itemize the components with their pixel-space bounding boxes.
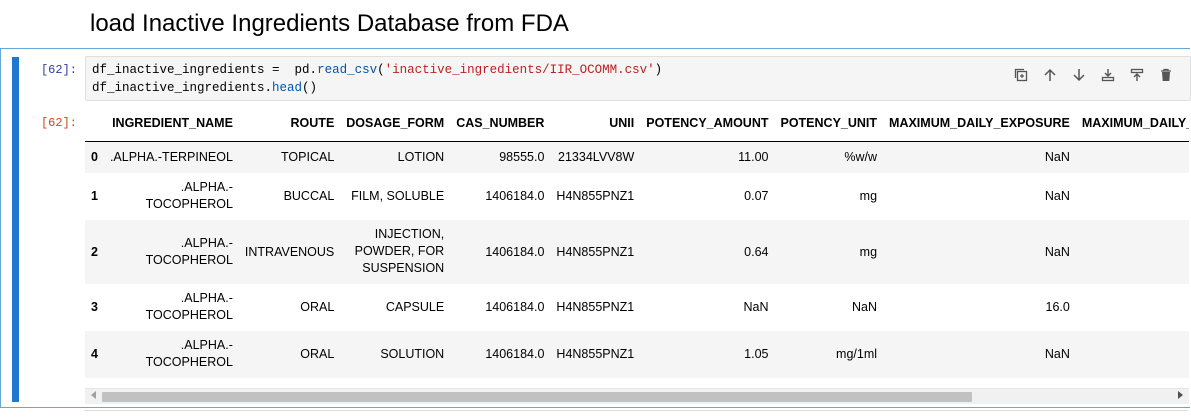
table-cell: FILM, SOLUBLE: [351, 189, 445, 203]
cell-toolbar: [1011, 65, 1176, 85]
table-cell: INTRAVENOUS: [244, 244, 335, 259]
table-cell: .ALPHA.-TOCOPHEROL: [145, 235, 233, 267]
table-cell: 98555.0: [499, 150, 545, 165]
header-cell: DOSAGE_FORM: [340, 104, 451, 142]
table-cell: NaN: [852, 300, 878, 314]
table-cell: .ALPHA.-TOCOPHEROL: [145, 180, 233, 211]
table-cell: H4N855PNZ1: [556, 189, 635, 203]
markdown-heading: load Inactive Ingredients Database from …: [90, 10, 569, 37]
cell-selection-bar: [12, 57, 19, 402]
table-cell: NaN: [1044, 244, 1070, 259]
table-cell: [1076, 142, 1189, 173]
table-cell: NaN: [1044, 150, 1070, 165]
table-cell: 21334LVV8W: [558, 150, 635, 165]
table-cell: NaN: [743, 300, 769, 314]
table-cell: 1406184.0: [485, 300, 545, 314]
table-cell: [1076, 284, 1189, 331]
table-cell: 0.07: [744, 189, 769, 203]
table-cell: NaN: [1044, 347, 1070, 361]
table-row: 2 .ALPHA.-TOCOPHEROL INTRAVENOUS INJECTI…: [85, 219, 1189, 284]
row-index: 4: [91, 347, 98, 361]
scrollbar-thumb[interactable]: [102, 392, 972, 402]
move-down-icon[interactable]: [1069, 65, 1089, 85]
table-cell: 1.05: [744, 347, 769, 361]
insert-below-icon[interactable]: [1098, 65, 1118, 85]
code-cell[interactable]: [62]: df_inactive_ingredients = pd.read_…: [0, 48, 1191, 408]
table-row: 1 .ALPHA.-TOCOPHEROL BUCCAL FILM, SOLUBL…: [85, 172, 1189, 220]
table-row: 4 .ALPHA.-TOCOPHEROL ORAL SOLUTION 14061…: [85, 330, 1189, 378]
header-cell: POTENCY_AMOUNT: [640, 104, 775, 142]
table-cell: 1406184.0: [485, 189, 545, 203]
table-cell: 11.00: [738, 150, 769, 165]
table-cell: [1076, 173, 1189, 220]
move-up-icon[interactable]: [1040, 65, 1060, 85]
table-cell: H4N855PNZ1: [556, 300, 635, 314]
table-cell: .ALPHA.-TERPINEOL: [109, 150, 233, 165]
table-cell: H4N855PNZ1: [556, 347, 635, 361]
table-cell: LOTION: [397, 150, 445, 165]
row-index: 2: [91, 244, 98, 259]
output-prompt: [62]:: [40, 116, 77, 130]
delete-icon[interactable]: [1156, 65, 1176, 85]
code-line-2: df_inactive_ingredients.head(): [92, 81, 318, 95]
table-row: 0 .ALPHA.-TERPINEOL TOPICAL LOTION 98555…: [85, 141, 1189, 173]
table-cell: ORAL: [300, 347, 335, 361]
table-cell: NaN: [1044, 189, 1070, 203]
row-index: 3: [91, 300, 98, 314]
table-cell: TOPICAL: [281, 150, 335, 165]
dataframe-table: INGREDIENT_NAME ROUTE DOSAGE_FORM CAS_NU…: [85, 104, 1189, 378]
table-cell: CAPSULE: [385, 300, 445, 314]
table-cell: [1076, 220, 1189, 284]
table-cell: %w/w: [844, 150, 878, 165]
output-area: INGREDIENT_NAME ROUTE DOSAGE_FORM CAS_NU…: [85, 104, 1189, 404]
code-line-1: df_inactive_ingredients = pd.read_csv('i…: [92, 63, 663, 77]
table-cell: [1076, 331, 1189, 378]
scroll-right-icon[interactable]: [1178, 391, 1183, 399]
header-cell: MAXIMUM_DAILY_EXPOSURE: [883, 104, 1076, 142]
header-cell: POTENCY_UNIT: [774, 104, 884, 142]
header-cell: INGREDIENT_NAME: [103, 104, 239, 142]
table-cell: mg: [859, 244, 878, 259]
table-cell: mg/1ml: [836, 347, 878, 361]
insert-above-icon[interactable]: [1127, 65, 1147, 85]
table-cell: BUCCAL: [283, 189, 335, 203]
header-cell: CAS_NUMBER: [450, 104, 551, 142]
header-cell: UNII: [550, 104, 641, 142]
scroll-left-icon[interactable]: [91, 391, 96, 399]
table-cell: ORAL: [300, 300, 335, 314]
table-cell: .ALPHA.-TOCOPHEROL: [145, 338, 233, 369]
header-index: [85, 104, 104, 142]
table-header-row: INGREDIENT_NAME ROUTE DOSAGE_FORM CAS_NU…: [85, 104, 1189, 142]
table-cell: 1406184.0: [485, 244, 545, 259]
header-cell: ROUTE: [238, 104, 341, 142]
row-index: 1: [91, 189, 98, 203]
table-cell: 16.0: [1045, 300, 1070, 314]
table-cell: SOLUTION: [380, 347, 445, 361]
table-row: 3 .ALPHA.-TOCOPHEROL ORAL CAPSULE 140618…: [85, 283, 1189, 331]
table-cell: H4N855PNZ1: [556, 244, 635, 259]
code-editor[interactable]: df_inactive_ingredients = pd.read_csv('i…: [85, 56, 1191, 101]
input-prompt: [62]:: [40, 63, 77, 77]
table-cell: .ALPHA.-TOCOPHEROL: [145, 291, 233, 322]
header-cell: MAXIMUM_DAILY_EXPOSURE_UNIT: [1075, 104, 1189, 142]
table-cell: 0.64: [744, 244, 769, 259]
table-cell: INJECTION, POWDER, FOR SUSPENSION: [354, 227, 445, 275]
duplicate-icon[interactable]: [1011, 65, 1031, 85]
horizontal-scrollbar[interactable]: [85, 388, 1189, 404]
table-cell: 1406184.0: [485, 347, 545, 361]
row-index: 0: [91, 150, 98, 165]
table-cell: mg: [859, 189, 878, 203]
markdown-cell[interactable]: load Inactive Ingredients Database from …: [0, 0, 1191, 46]
